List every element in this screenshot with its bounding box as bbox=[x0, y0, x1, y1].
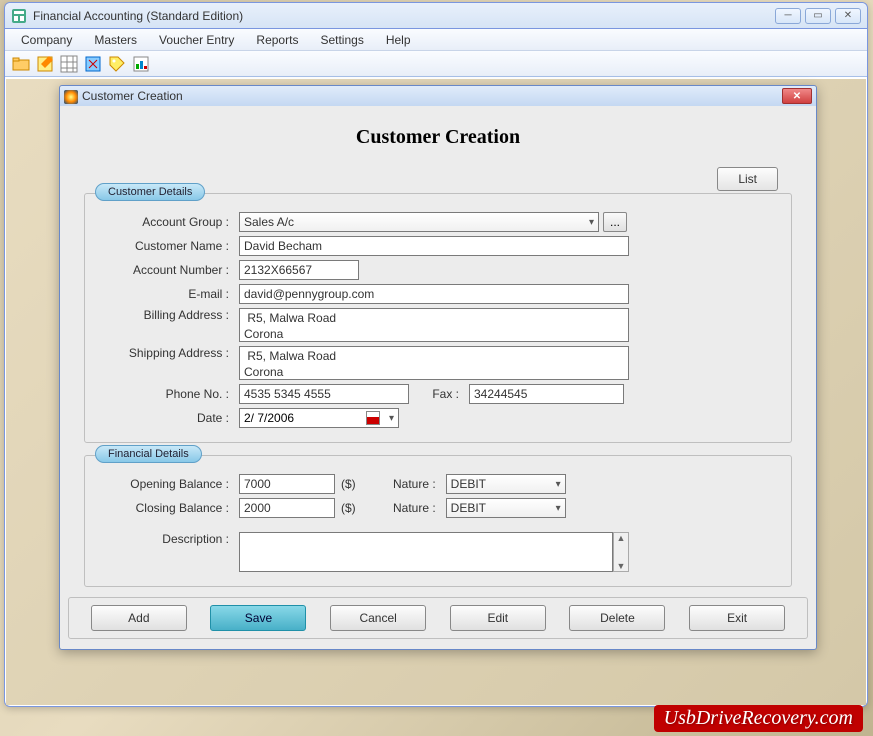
menu-help[interactable]: Help bbox=[376, 30, 421, 50]
app-icon bbox=[11, 8, 27, 24]
dialog-heading: Customer Creation bbox=[78, 114, 798, 167]
calendar-icon bbox=[366, 411, 380, 425]
scroll-down-icon[interactable]: ▼ bbox=[614, 561, 628, 571]
fax-label: Fax : bbox=[409, 387, 469, 401]
titlebar: Financial Accounting (Standard Edition) … bbox=[5, 3, 867, 29]
new-folder-icon[interactable] bbox=[11, 54, 31, 74]
shipping-address-input[interactable] bbox=[239, 346, 629, 380]
dialog-titlebar: Customer Creation ✕ bbox=[60, 86, 816, 106]
menu-reports[interactable]: Reports bbox=[246, 30, 308, 50]
exit-button[interactable]: Exit bbox=[689, 605, 785, 631]
closing-currency: ($) bbox=[341, 501, 356, 515]
main-window: Financial Accounting (Standard Edition) … bbox=[4, 2, 868, 707]
nature1-label: Nature : bbox=[356, 477, 446, 491]
close-button[interactable]: ✕ bbox=[835, 8, 861, 24]
minimize-button[interactable]: ─ bbox=[775, 8, 801, 24]
window-controls: ─ ▭ ✕ bbox=[775, 8, 861, 24]
customer-name-input[interactable] bbox=[239, 236, 629, 256]
cancel-button[interactable]: Cancel bbox=[330, 605, 426, 631]
delete-button[interactable]: Delete bbox=[569, 605, 665, 631]
maximize-button[interactable]: ▭ bbox=[805, 8, 831, 24]
watermark: UsbDriveRecovery.com bbox=[654, 705, 863, 732]
grid-icon[interactable] bbox=[59, 54, 79, 74]
add-button[interactable]: Add bbox=[91, 605, 187, 631]
dialog-close-button[interactable]: ✕ bbox=[782, 88, 812, 104]
account-group-label: Account Group : bbox=[99, 215, 239, 229]
save-button[interactable]: Save bbox=[210, 605, 306, 631]
menubar: Company Masters Voucher Entry Reports Se… bbox=[5, 29, 867, 51]
edit-icon[interactable] bbox=[35, 54, 55, 74]
customer-details-legend: Customer Details bbox=[95, 183, 205, 201]
account-number-input[interactable] bbox=[239, 260, 359, 280]
toolbar bbox=[5, 51, 867, 77]
menu-settings[interactable]: Settings bbox=[310, 30, 373, 50]
account-group-dropdown[interactable]: Sales A/c bbox=[239, 212, 599, 232]
financial-details-legend: Financial Details bbox=[95, 445, 202, 463]
opening-balance-label: Opening Balance : bbox=[99, 477, 239, 491]
account-number-label: Account Number : bbox=[99, 263, 239, 277]
app-title: Financial Accounting (Standard Edition) bbox=[33, 9, 775, 23]
description-input[interactable] bbox=[239, 532, 613, 572]
edit-button[interactable]: Edit bbox=[450, 605, 546, 631]
opening-balance-input[interactable] bbox=[239, 474, 335, 494]
report-icon[interactable] bbox=[131, 54, 151, 74]
financial-details-section: Financial Details Opening Balance : ($) … bbox=[84, 455, 792, 587]
description-label: Description : bbox=[99, 532, 239, 546]
description-scrollbar[interactable]: ▲ ▼ bbox=[613, 532, 629, 572]
date-label: Date : bbox=[99, 411, 239, 425]
customer-name-label: Customer Name : bbox=[99, 239, 239, 253]
email-label: E-mail : bbox=[99, 287, 239, 301]
shipping-label: Shipping Address : bbox=[99, 346, 239, 360]
billing-address-input[interactable] bbox=[239, 308, 629, 342]
tag-icon[interactable] bbox=[107, 54, 127, 74]
list-button[interactable]: List bbox=[717, 167, 778, 191]
closing-balance-input[interactable] bbox=[239, 498, 335, 518]
nature2-dropdown[interactable]: DEBIT bbox=[446, 498, 566, 518]
date-input[interactable]: 2/ 7/2006 bbox=[239, 408, 399, 428]
dialog-title: Customer Creation bbox=[64, 89, 782, 103]
menu-voucher-entry[interactable]: Voucher Entry bbox=[149, 30, 244, 50]
customer-details-section: Customer Details Account Group : Sales A… bbox=[84, 193, 792, 443]
dialog-button-bar: Add Save Cancel Edit Delete Exit bbox=[68, 597, 808, 639]
nature2-label: Nature : bbox=[356, 501, 446, 515]
billing-label: Billing Address : bbox=[99, 308, 239, 322]
scroll-up-icon[interactable]: ▲ bbox=[614, 533, 628, 543]
menu-masters[interactable]: Masters bbox=[84, 30, 147, 50]
nature1-dropdown[interactable]: DEBIT bbox=[446, 474, 566, 494]
customer-creation-dialog: Customer Creation ✕ Customer Creation Li… bbox=[59, 85, 817, 650]
menu-company[interactable]: Company bbox=[11, 30, 82, 50]
dialog-body: Customer Creation List Customer Details … bbox=[60, 106, 816, 607]
opening-currency: ($) bbox=[341, 477, 356, 491]
ledger-icon[interactable] bbox=[83, 54, 103, 74]
phone-label: Phone No. : bbox=[99, 387, 239, 401]
closing-balance-label: Closing Balance : bbox=[99, 501, 239, 515]
phone-input[interactable] bbox=[239, 384, 409, 404]
fax-input[interactable] bbox=[469, 384, 624, 404]
account-group-browse-button[interactable]: ... bbox=[603, 212, 627, 232]
email-input[interactable] bbox=[239, 284, 629, 304]
